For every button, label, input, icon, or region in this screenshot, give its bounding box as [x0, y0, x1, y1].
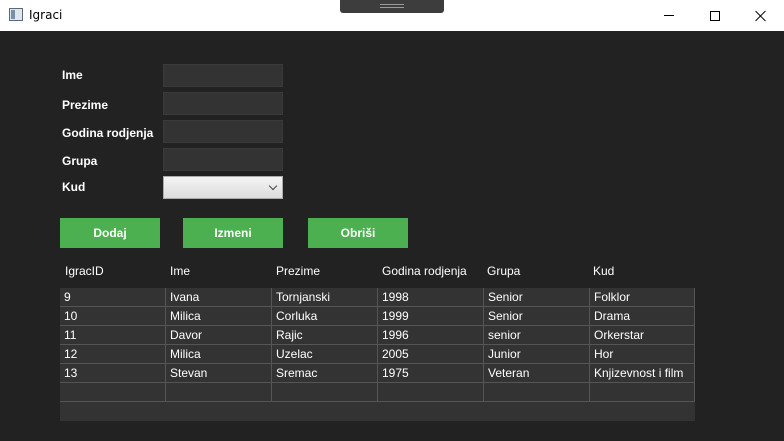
drag-handle[interactable]	[340, 0, 444, 13]
table-cell[interactable]: Orkerstar	[590, 326, 695, 345]
table-cell[interactable]: Senior	[484, 307, 590, 326]
maximize-button[interactable]	[692, 0, 738, 31]
table-cell[interactable]: Knjizevnost i film	[590, 364, 695, 383]
table-row-new[interactable]	[60, 383, 695, 402]
column-header[interactable]: Prezime	[276, 264, 320, 278]
grid-empty-row[interactable]	[60, 402, 695, 421]
table-cell[interactable]: Uzelac	[272, 345, 378, 364]
table-cell[interactable]: 9	[60, 288, 166, 307]
table-cell[interactable]	[484, 383, 590, 402]
chevron-down-icon	[268, 181, 278, 191]
table-cell[interactable]: Milica	[166, 307, 272, 326]
title-bar[interactable]: Igraci	[0, 0, 784, 31]
table-row[interactable]: 10 Milica Corluka 1999 Senior Drama	[60, 307, 695, 326]
table-row[interactable]: 9 Ivana Tornjanski 1998 Senior Folklor	[60, 288, 695, 307]
grid-body: 9 Ivana Tornjanski 1998 Senior Folklor 10 Milic…	[60, 288, 695, 402]
label-godina-rodjenja: Godina rodjenja	[62, 126, 154, 140]
table-cell[interactable]: Sremac	[272, 364, 378, 383]
table-cell[interactable]: 1975	[378, 364, 484, 383]
column-header[interactable]: IgracID	[65, 264, 104, 278]
prezime-input[interactable]	[163, 92, 283, 115]
table-cell[interactable]: 1998	[378, 288, 484, 307]
window-title: Igraci	[29, 8, 63, 22]
table-row[interactable]: 13 Stevan Sremac 1975 Veteran Knjizevnost i f…	[60, 364, 695, 383]
table-cell[interactable]: Senior	[484, 288, 590, 307]
table-row[interactable]: 12 Milica Uzelac 2005 Junior Hor	[60, 345, 695, 364]
table-cell[interactable]	[272, 383, 378, 402]
minimize-icon	[664, 15, 674, 16]
kud-select[interactable]	[163, 176, 283, 199]
maximize-icon	[710, 10, 720, 21]
close-button[interactable]	[738, 0, 784, 31]
table-cell[interactable]: 1999	[378, 307, 484, 326]
table-cell[interactable]: 12	[60, 345, 166, 364]
table-cell[interactable]: Milica	[166, 345, 272, 364]
table-cell[interactable]: Junior	[484, 345, 590, 364]
table-cell[interactable]: 1996	[378, 326, 484, 345]
table-cell[interactable]: 13	[60, 364, 166, 383]
table-cell[interactable]	[590, 383, 695, 402]
app-icon	[9, 8, 23, 21]
table-cell[interactable]: Davor	[166, 326, 272, 345]
table-cell[interactable]: Rajic	[272, 326, 378, 345]
label-ime: Ime	[62, 68, 83, 82]
column-header[interactable]: Ime	[170, 264, 190, 278]
column-header[interactable]: Godina rodjenja	[382, 264, 467, 278]
delete-button[interactable]: Obriši	[308, 218, 408, 248]
table-row[interactable]: 11 Davor Rajic 1996 senior Orkerstar	[60, 326, 695, 345]
table-cell[interactable]: 10	[60, 307, 166, 326]
players-grid[interactable]: IgracID Ime Prezime Godina rodjenja Grupa Kud…	[60, 259, 695, 421]
table-cell[interactable]: 11	[60, 326, 166, 345]
add-button[interactable]: Dodaj	[60, 218, 160, 248]
table-cell[interactable]	[60, 383, 166, 402]
edit-button[interactable]: Izmeni	[183, 218, 283, 248]
table-cell[interactable]: Stevan	[166, 364, 272, 383]
table-cell[interactable]: 2005	[378, 345, 484, 364]
table-cell[interactable]: Ivana	[166, 288, 272, 307]
table-cell[interactable]: Tornjanski	[272, 288, 378, 307]
table-cell[interactable]: Drama	[590, 307, 695, 326]
table-cell[interactable]: Folklor	[590, 288, 695, 307]
table-cell[interactable]: Hor	[590, 345, 695, 364]
table-cell[interactable]: senior	[484, 326, 590, 345]
close-icon	[755, 10, 767, 22]
label-kud: Kud	[62, 180, 86, 194]
label-prezime: Prezime	[62, 98, 109, 112]
grid-header: IgracID Ime Prezime Godina rodjenja Grupa Kud	[60, 259, 695, 288]
table-cell[interactable]: Corluka	[272, 307, 378, 326]
godina-rodjenja-input[interactable]	[163, 120, 283, 143]
ime-input[interactable]	[163, 64, 283, 87]
column-header[interactable]: Grupa	[487, 264, 520, 278]
column-header[interactable]: Kud	[593, 264, 614, 278]
grupa-input[interactable]	[163, 148, 283, 171]
minimize-button[interactable]	[646, 0, 692, 31]
label-grupa: Grupa	[62, 154, 98, 168]
table-cell[interactable]	[166, 383, 272, 402]
table-cell[interactable]: Veteran	[484, 364, 590, 383]
table-cell[interactable]	[378, 383, 484, 402]
